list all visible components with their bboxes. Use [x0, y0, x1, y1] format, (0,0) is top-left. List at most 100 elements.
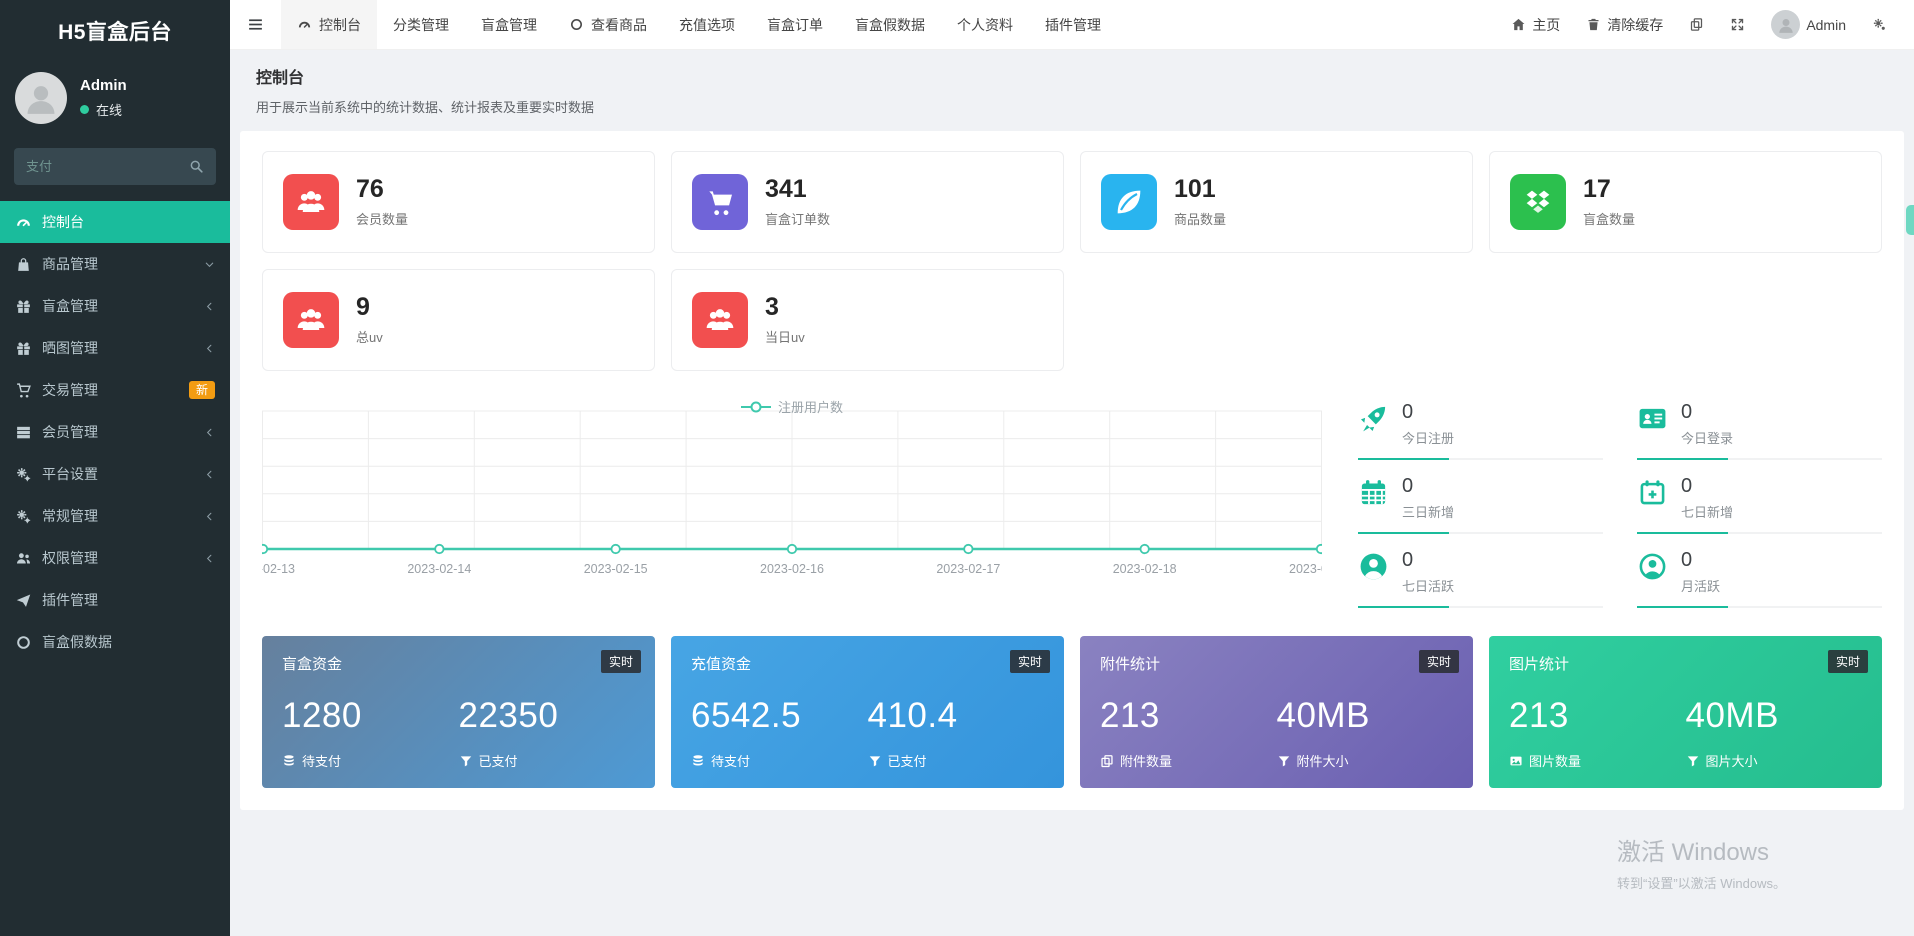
svg-text:2023-02-14: 2023-02-14	[407, 562, 471, 576]
card-value: 40MB	[1685, 696, 1779, 735]
card-title: 附件统计	[1100, 656, 1161, 673]
navbar-user-name: Admin	[1806, 16, 1846, 33]
sidebar-item-platform-settings[interactable]: 平台设置	[0, 453, 230, 495]
dashboard-icon	[298, 21, 311, 28]
database-icon	[693, 754, 703, 766]
tab-fake-data[interactable]: 盲盒假数据	[839, 0, 941, 49]
tab-categories[interactable]: 分类管理	[377, 0, 465, 49]
sidebar-item-blindbox[interactable]: 盲盒管理	[0, 285, 230, 327]
tab-recharge-options[interactable]: 充值选项	[663, 0, 751, 49]
mini-stat-label: 月活跃	[1681, 579, 1721, 594]
tab-dashboard[interactable]: 控制台	[281, 0, 377, 49]
sidebar-toggle-button[interactable]	[230, 0, 281, 49]
trash-icon	[1588, 18, 1599, 31]
funnel-icon	[1687, 755, 1698, 766]
realtime-badge: 实时	[1827, 650, 1868, 673]
sidebar-item-general[interactable]: 常规管理	[0, 495, 230, 537]
tab-orders[interactable]: 盲盒订单	[751, 0, 839, 49]
card-label: 图片数量	[1529, 754, 1582, 769]
funnel-icon	[460, 755, 471, 766]
card-label: 附件数量	[1120, 754, 1173, 769]
tab-label: 查看商品	[591, 16, 647, 33]
card-value: 213	[1509, 696, 1569, 735]
card-title: 充值资金	[691, 656, 752, 673]
sidebar-search	[14, 148, 216, 185]
tab-label: 控制台	[319, 16, 361, 33]
card-label: 图片大小	[1705, 754, 1758, 769]
card-value: 1280	[282, 696, 362, 735]
stat-value: 3	[765, 292, 779, 321]
registered-users-chart[interactable]: 注册用户数 2023-02-132023-02-142023-02-152023…	[262, 397, 1322, 608]
cart-icon	[17, 382, 31, 398]
logs-button[interactable]	[1676, 0, 1717, 49]
mini-stat-value: 0	[1402, 401, 1414, 423]
stat-label: 会员数量	[356, 212, 409, 228]
page-subtitle: 用于展示当前系统中的统计数据、统计报表及重要实时数据	[256, 100, 595, 115]
sidebar-item-photos[interactable]: 晒图管理	[0, 327, 230, 369]
dropbox-icon	[1526, 190, 1550, 213]
tab-label: 分类管理	[393, 16, 449, 33]
mini-stat-7day-new: 0 七日新增	[1637, 473, 1882, 534]
tab-profile[interactable]: 个人资料	[941, 0, 1029, 49]
sidebar-item-goods[interactable]: 商品管理	[0, 243, 230, 285]
home-label: 主页	[1532, 16, 1561, 33]
funnel-icon	[1278, 755, 1289, 766]
sidebar: H5盲盒后台 Admin 在线 控制台 商品管理 盲盒管理	[0, 0, 230, 936]
sidebar-item-members[interactable]: 会员管理	[0, 411, 230, 453]
stat-value: 9	[356, 292, 370, 321]
gift-icon	[17, 299, 30, 313]
tab-label: 个人资料	[957, 16, 1013, 33]
mini-stat-label: 三日新增	[1402, 505, 1455, 520]
sidebar-item-trade[interactable]: 交易管理 新	[0, 369, 230, 411]
home-link[interactable]: 主页	[1498, 0, 1573, 49]
card-value: 213	[1100, 696, 1160, 735]
line-marker-icon	[740, 405, 771, 408]
online-dot-icon	[80, 105, 89, 114]
tab-plugins[interactable]: 插件管理	[1029, 0, 1117, 49]
line-chart-svg: 2023-02-13 2023-02-14 2023-02-15 2023-02-16…	[262, 410, 1322, 576]
sidebar-item-dashboard[interactable]: 控制台	[0, 201, 230, 243]
navbar-user[interactable]: Admin	[1758, 0, 1859, 49]
stat-value: 76	[356, 174, 384, 203]
clear-cache-button[interactable]: 清除缓存	[1573, 0, 1676, 49]
users-icon	[16, 552, 31, 563]
search-button[interactable]	[182, 148, 210, 185]
stat-label: 盲盒数量	[1583, 212, 1636, 228]
user-mini-stats: 0 今日注册 0 今日登录 0 三日新增 0 七日新增 0 七日活跃 0 月活跃	[1358, 397, 1882, 608]
home-icon	[1512, 18, 1525, 31]
chevron-left-icon	[206, 554, 212, 562]
settings-button[interactable]	[1859, 0, 1900, 49]
stat-label: 盲盒订单数	[765, 212, 831, 228]
progress-bar	[1358, 606, 1603, 608]
mini-stat-3day-new: 0 三日新增	[1358, 473, 1603, 534]
app-title: H5盲盒后台	[58, 21, 172, 44]
realtime-badge: 实时	[1418, 650, 1459, 673]
tab-view-goods[interactable]: 查看商品	[553, 0, 663, 49]
mini-stat-today-login: 0 今日登录	[1637, 399, 1882, 460]
sidebar-item-label: 晒图管理	[42, 340, 98, 356]
stat-value: 101	[1174, 174, 1216, 203]
tab-label: 盲盒管理	[481, 16, 537, 33]
chart-legend[interactable]: 注册用户数	[740, 397, 843, 416]
scroll-handle[interactable]	[1906, 205, 1914, 235]
fullscreen-button[interactable]	[1717, 0, 1758, 49]
tab-blindbox[interactable]: 盲盒管理	[465, 0, 553, 49]
users-icon	[297, 191, 325, 212]
stat-card-orders: 341 盲盒订单数	[671, 151, 1064, 253]
hamburger-icon	[249, 19, 262, 30]
copy-icon	[1691, 18, 1703, 31]
progress-bar	[1637, 532, 1882, 534]
progress-bar	[1358, 458, 1603, 460]
sidebar-item-plugins[interactable]: 插件管理	[0, 579, 230, 621]
sidebar-item-fake-data[interactable]: 盲盒假数据	[0, 621, 230, 663]
leaf-icon	[1117, 190, 1141, 214]
stat-label: 总uv	[356, 330, 383, 346]
card-image-stats: 图片统计 实时 213 40MB 图片数量 图片大小	[1489, 636, 1882, 788]
user-circle-outline-icon	[1639, 553, 1666, 580]
sidebar-item-label: 权限管理	[42, 550, 98, 566]
svg-text:2023-02-15: 2023-02-15	[584, 562, 648, 576]
paper-plane-icon	[16, 593, 31, 607]
sidebar-item-permissions[interactable]: 权限管理	[0, 537, 230, 579]
stat-value: 17	[1583, 174, 1611, 203]
sidebar-item-label: 盲盒管理	[42, 298, 98, 314]
